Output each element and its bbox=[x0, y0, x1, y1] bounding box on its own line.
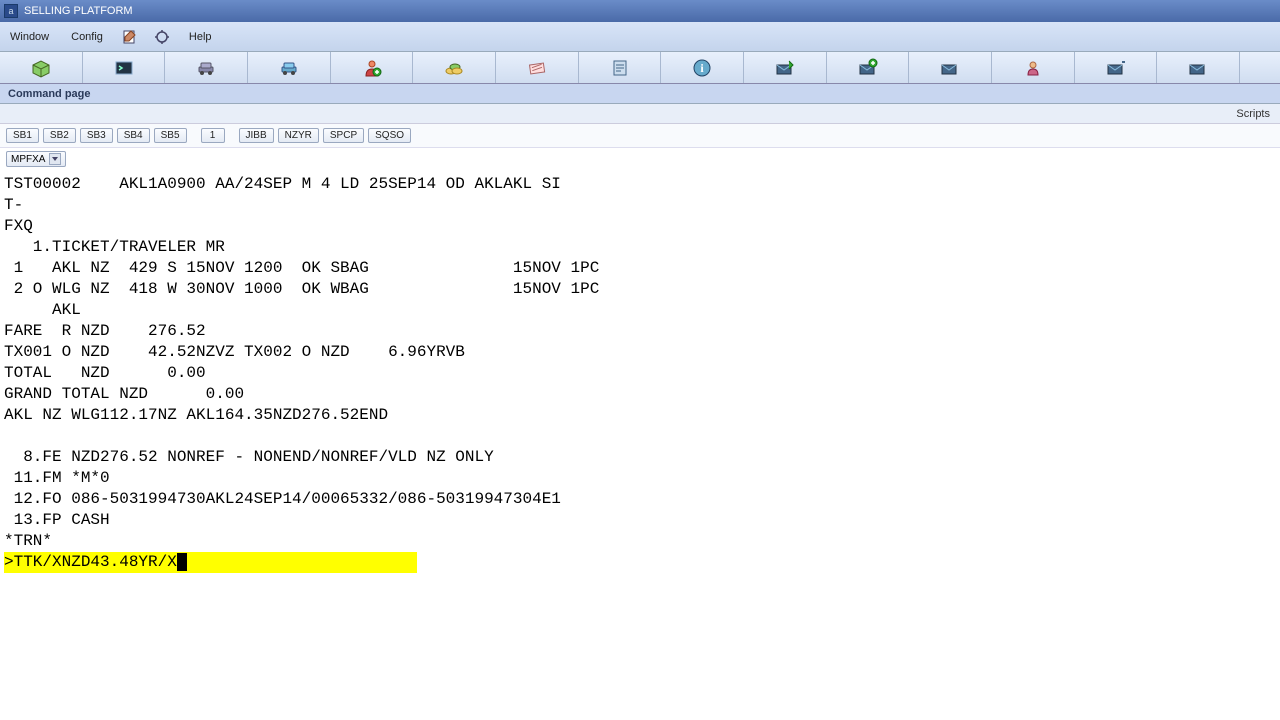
terminal-line: AKL bbox=[4, 300, 1276, 321]
tool-send4[interactable] bbox=[1157, 52, 1240, 83]
edit-icon[interactable] bbox=[121, 28, 139, 46]
contact-icon bbox=[1022, 57, 1044, 79]
terminal-line bbox=[4, 426, 1276, 447]
chevron-down-icon bbox=[49, 153, 61, 165]
terminal-line: FXQ bbox=[4, 216, 1276, 237]
car2-icon bbox=[278, 57, 300, 79]
package-icon bbox=[30, 57, 52, 79]
tool-send-plus[interactable] bbox=[827, 52, 910, 83]
qbtn-sb4[interactable]: SB4 bbox=[117, 128, 150, 143]
terminal-line: 12.FO 086-5031994730AKL24SEP14/00065332/… bbox=[4, 489, 1276, 510]
menu-window[interactable]: Window bbox=[6, 27, 53, 47]
info-icon: i bbox=[691, 57, 713, 79]
menu-bar: Window Config Help bbox=[0, 22, 1280, 52]
send-plus-icon bbox=[857, 57, 879, 79]
qbtn-nzyr[interactable]: NZYR bbox=[278, 128, 319, 143]
car-icon bbox=[195, 57, 217, 79]
terminal-line: T- bbox=[4, 195, 1276, 216]
tool-send[interactable] bbox=[744, 52, 827, 83]
menu-config[interactable]: Config bbox=[67, 27, 107, 47]
tool-document[interactable] bbox=[579, 52, 662, 83]
terminal-line: 13.FP CASH bbox=[4, 510, 1276, 531]
person-icon bbox=[361, 57, 383, 79]
tool-car2[interactable] bbox=[248, 52, 331, 83]
qbtn-spcp[interactable]: SPCP bbox=[323, 128, 364, 143]
send-icon bbox=[774, 57, 796, 79]
tools-icon[interactable] bbox=[153, 28, 171, 46]
tool-terminal[interactable] bbox=[83, 52, 166, 83]
tool-ticket[interactable] bbox=[496, 52, 579, 83]
terminal-line: 8.FE NZD276.52 NONREF - NONEND/NONREF/VL… bbox=[4, 447, 1276, 468]
terminal-line: 1 AKL NZ 429 S 15NOV 1200 OK SBAG 15NOV … bbox=[4, 258, 1276, 279]
app-icon: a bbox=[4, 4, 18, 18]
qbtn-sb3[interactable]: SB3 bbox=[80, 128, 113, 143]
terminal-line: 11.FM *M*0 bbox=[4, 468, 1276, 489]
qbtn-sb5[interactable]: SB5 bbox=[154, 128, 187, 143]
quick-button-row: SB1 SB2 SB3 SB4 SB5 1 JIBB NZYR SPCP SQS… bbox=[0, 124, 1280, 148]
tool-car[interactable] bbox=[165, 52, 248, 83]
scripts-bar: Scripts bbox=[0, 104, 1280, 124]
terminal-line: TST00002 AKL1A0900 AA/24SEP M 4 LD 25SEP… bbox=[4, 174, 1276, 195]
qbtn-jibb[interactable]: JIBB bbox=[239, 128, 274, 143]
terminal-line: TX001 O NZD 42.52NZVZ TX002 O NZD 6.96YR… bbox=[4, 342, 1276, 363]
tool-send3[interactable] bbox=[1075, 52, 1158, 83]
mpfxa-dropdown[interactable]: MPFXA bbox=[6, 151, 66, 167]
terminal-line: AKL NZ WLG112.17NZ AKL164.35NZD276.52END bbox=[4, 405, 1276, 426]
subheader-label: Command page bbox=[8, 88, 91, 100]
tool-person[interactable] bbox=[331, 52, 414, 83]
toolbar: i bbox=[0, 52, 1280, 84]
tool-contact[interactable] bbox=[992, 52, 1075, 83]
terminal-line: GRAND TOTAL NZD 0.00 bbox=[4, 384, 1276, 405]
money-icon bbox=[443, 57, 465, 79]
qbtn-sb2[interactable]: SB2 bbox=[43, 128, 76, 143]
terminal-output[interactable]: TST00002 AKL1A0900 AA/24SEP M 4 LD 25SEP… bbox=[0, 170, 1280, 720]
tool-package[interactable] bbox=[0, 52, 83, 83]
app-title: SELLING PLATFORM bbox=[24, 5, 133, 17]
tool-money[interactable] bbox=[413, 52, 496, 83]
menu-help[interactable]: Help bbox=[185, 27, 216, 47]
more-icon bbox=[1249, 57, 1271, 79]
terminal-line: 1.TICKET/TRAVELER MR bbox=[4, 237, 1276, 258]
qbtn-sb1[interactable]: SB1 bbox=[6, 128, 39, 143]
terminal-line: *TRN* bbox=[4, 531, 1276, 552]
tool-more[interactable] bbox=[1240, 52, 1280, 83]
tool-send2[interactable] bbox=[909, 52, 992, 83]
terminal-line: 2 O WLG NZ 418 W 30NOV 1000 OK WBAG 15NO… bbox=[4, 279, 1276, 300]
send3-icon bbox=[1105, 57, 1127, 79]
qbtn-1[interactable]: 1 bbox=[201, 128, 225, 143]
tool-info[interactable]: i bbox=[661, 52, 744, 83]
scripts-label[interactable]: Scripts bbox=[1236, 108, 1270, 120]
command-page-header: Command page bbox=[0, 84, 1280, 104]
dropdown-row: MPFXA bbox=[0, 148, 1280, 170]
dropdown-value: MPFXA bbox=[11, 154, 45, 165]
ticket-icon bbox=[526, 57, 548, 79]
send4-icon bbox=[1187, 57, 1209, 79]
command-input-line[interactable]: >TTK/XNZD43.48YR/X bbox=[4, 552, 1276, 573]
terminal-line: TOTAL NZD 0.00 bbox=[4, 363, 1276, 384]
terminal-line: FARE R NZD 276.52 bbox=[4, 321, 1276, 342]
document-icon bbox=[609, 57, 631, 79]
qbtn-sqso[interactable]: SQSO bbox=[368, 128, 411, 143]
cursor-icon bbox=[177, 553, 187, 571]
terminal-icon bbox=[113, 57, 135, 79]
send2-icon bbox=[939, 57, 961, 79]
title-bar: a SELLING PLATFORM bbox=[0, 0, 1280, 22]
